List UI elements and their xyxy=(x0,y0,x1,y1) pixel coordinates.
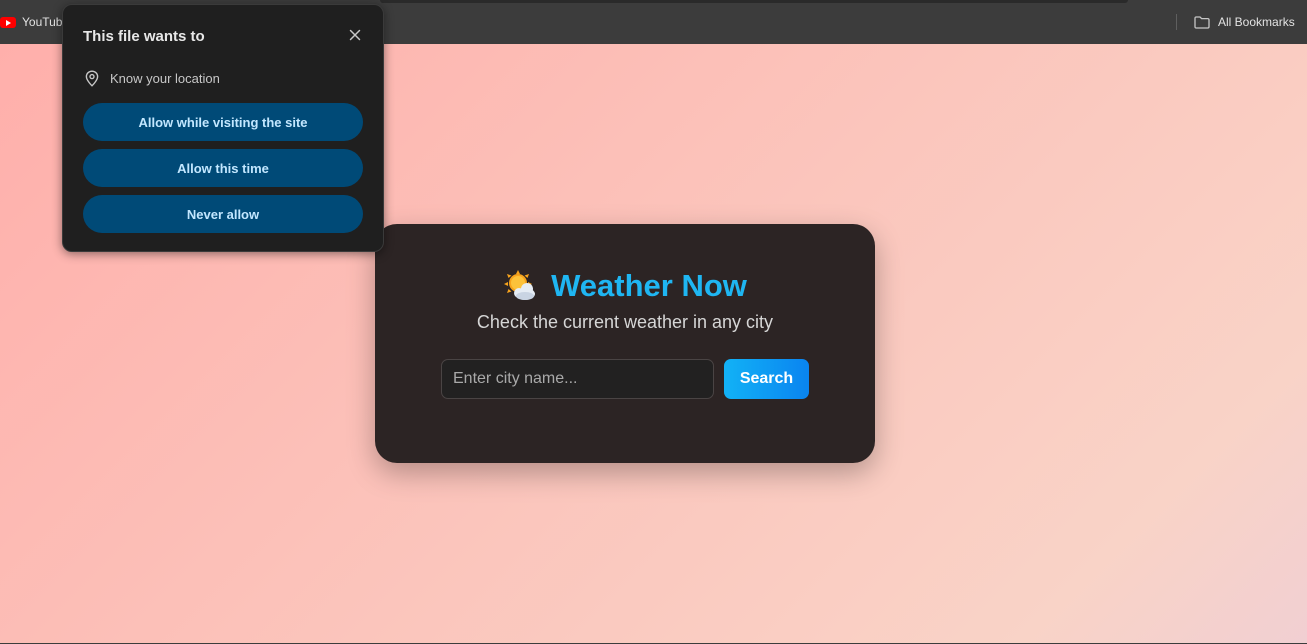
omnibox-edge xyxy=(380,0,1128,3)
bookmarks-divider xyxy=(1176,14,1177,30)
popup-title: This file wants to xyxy=(83,28,205,45)
permission-label: Know your location xyxy=(110,70,220,86)
bookmark-youtube[interactable]: YouTube xyxy=(0,12,69,32)
search-button[interactable]: Search xyxy=(724,359,809,399)
location-permission-popup: This file wants to Know your location Al… xyxy=(62,4,384,252)
permission-item-location: Know your location xyxy=(85,68,220,88)
city-input[interactable] xyxy=(441,359,714,399)
allow-this-time-button[interactable]: Allow this time xyxy=(83,149,363,187)
never-allow-button[interactable]: Never allow xyxy=(83,195,363,233)
close-icon[interactable] xyxy=(345,25,365,45)
allow-while-visiting-button[interactable]: Allow while visiting the site xyxy=(83,103,363,141)
all-bookmarks-button[interactable]: All Bookmarks xyxy=(1194,12,1295,32)
app-header: Weather Now xyxy=(375,268,875,304)
app-subtitle: Check the current weather in any city xyxy=(476,312,774,332)
all-bookmarks-label: All Bookmarks xyxy=(1218,15,1295,29)
location-pin-icon xyxy=(85,69,99,87)
folder-icon xyxy=(1194,15,1210,29)
sun-behind-cloud-icon xyxy=(504,270,536,300)
app-title: Weather Now xyxy=(551,268,747,303)
weather-card: Weather Now Check the current weather in… xyxy=(375,224,875,463)
youtube-icon xyxy=(0,16,16,28)
